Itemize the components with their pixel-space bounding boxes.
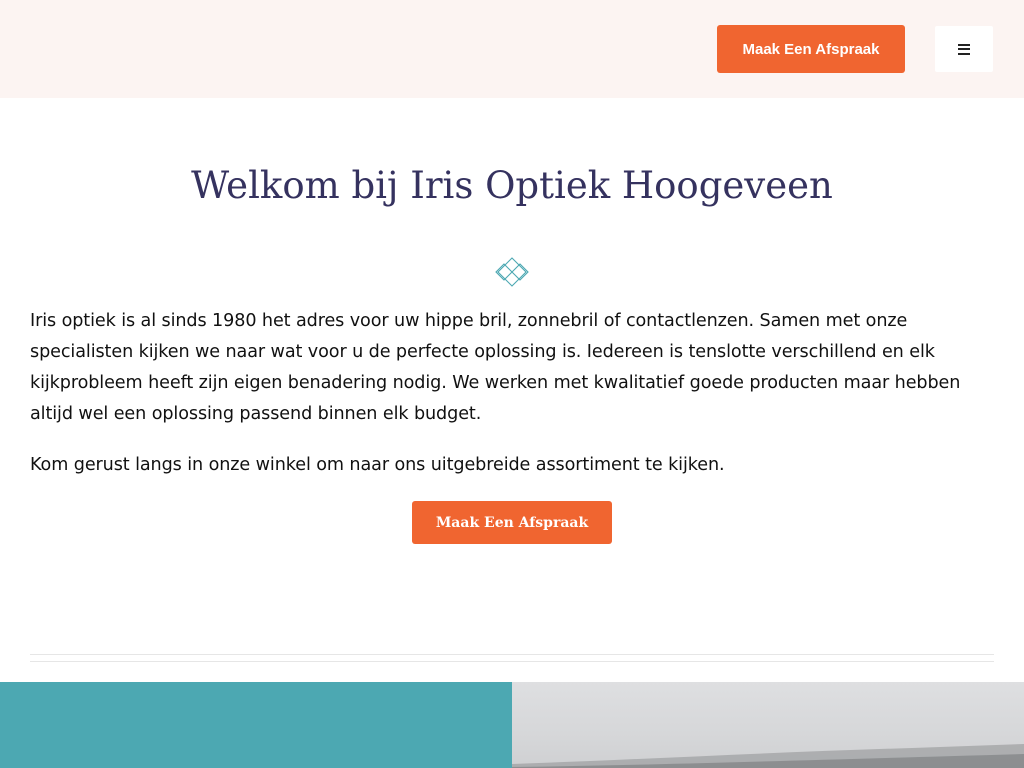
appointment-button[interactable]: Maak Een Afspraak [412,501,612,544]
diamond-ornament-icon [495,257,529,287]
intro-paragraph: Iris optiek is al sinds 1980 het adres v… [30,311,961,424]
teal-panel [0,682,512,768]
menu-toggle-button[interactable] [935,26,993,72]
header-appointment-button[interactable]: Maak Een Afspraak [717,25,905,73]
section-divider [30,654,994,655]
page-title: Welkom bij Iris Optiek Hoogeveen [191,164,833,207]
site-header: Maak Een Afspraak [0,0,1024,98]
section-divider [30,661,994,662]
photo-panel [512,682,1024,768]
visit-paragraph: Kom gerust langs in onze winkel om naar … [30,455,725,475]
hamburger-icon [958,43,970,55]
photo-image [512,744,1024,768]
